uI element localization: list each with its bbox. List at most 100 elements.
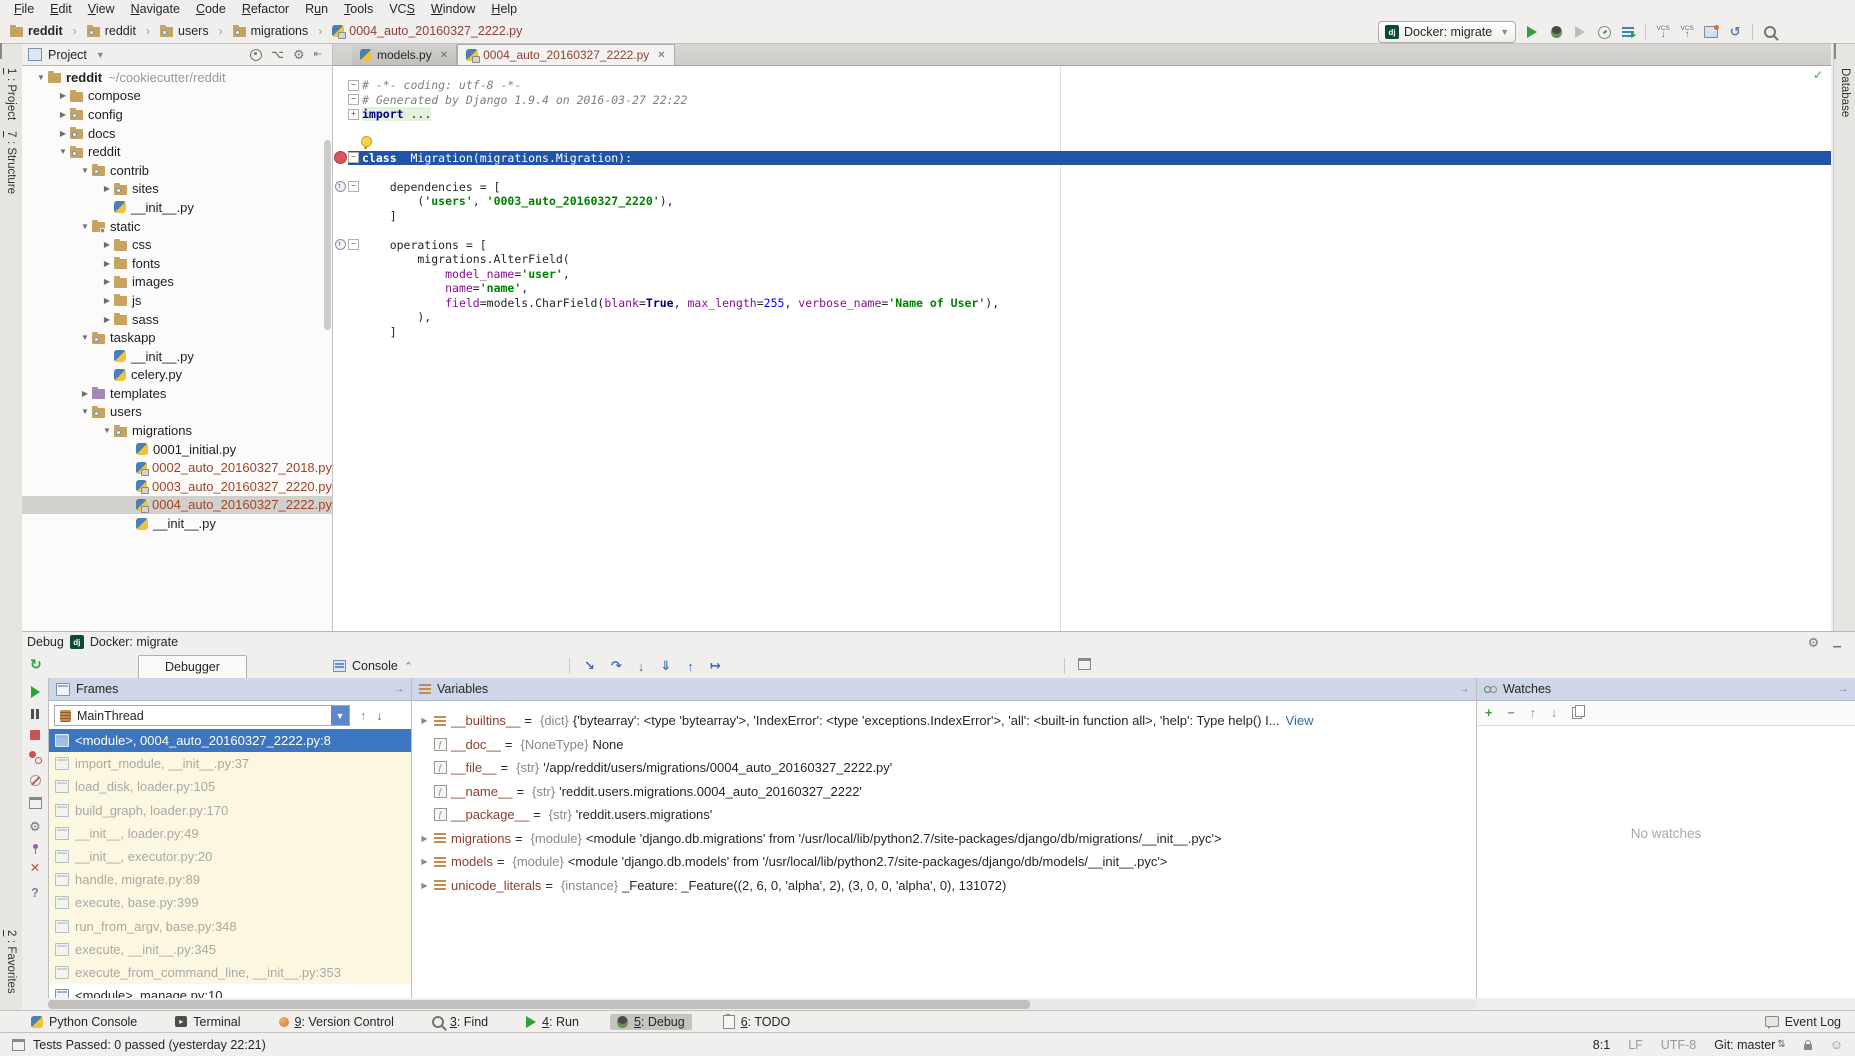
- editor-gutter[interactable]: [333, 310, 348, 325]
- toolbar-run-with-coverage-button[interactable]: [1571, 23, 1589, 41]
- editor-gutter[interactable]: [333, 238, 348, 253]
- code-text[interactable]: operations = [: [359, 238, 1831, 253]
- fold-expand-icon[interactable]: +: [348, 109, 359, 120]
- intention-bulb-icon[interactable]: [361, 136, 372, 151]
- thread-dropdown-button[interactable]: ▼: [331, 706, 349, 725]
- tree-item-0002-auto-20160327-2018-py[interactable]: 0002_auto_20160327_2018.py: [22, 458, 332, 477]
- line-ending-indicator[interactable]: LF: [1628, 1038, 1643, 1052]
- view-link[interactable]: View: [1286, 713, 1314, 728]
- tree-item-reddit[interactable]: ▼reddit: [22, 142, 332, 161]
- toolbar-profiler-button[interactable]: [1595, 23, 1613, 41]
- tree-collapsed-icon[interactable]: ▶: [100, 240, 114, 249]
- toolwindow-python-console[interactable]: Python Console: [24, 1014, 144, 1030]
- tree-item-taskapp[interactable]: ▼taskapp: [22, 328, 332, 347]
- menu-code[interactable]: Code: [188, 0, 234, 19]
- code-text[interactable]: dependencies = [: [359, 180, 1831, 195]
- stripe-database[interactable]: Database: [1839, 68, 1851, 117]
- collapse-all-button[interactable]: ⌥: [271, 48, 284, 61]
- fold-gutter[interactable]: [348, 223, 359, 238]
- code-text[interactable]: ),: [359, 310, 1831, 325]
- frame-row[interactable]: __init__, loader.py:49: [49, 822, 411, 845]
- tree-expanded-icon[interactable]: ▼: [78, 407, 92, 416]
- menu-edit[interactable]: Edit: [42, 0, 80, 19]
- frame-row[interactable]: execute, base.py:399: [49, 891, 411, 914]
- tree-expanded-icon[interactable]: ▼: [78, 333, 92, 342]
- fold-gutter[interactable]: +: [348, 107, 359, 122]
- editor-gutter[interactable]: [333, 252, 348, 267]
- breadcrumb-item-reddit[interactable]: reddit: [87, 24, 136, 38]
- editor-gutter[interactable]: [333, 223, 348, 238]
- code-text[interactable]: migrations.AlterField(: [359, 252, 1831, 267]
- hide-watches-icon[interactable]: →: [1838, 684, 1848, 695]
- debugger-settings-button[interactable]: ⚙: [29, 820, 41, 833]
- tree-item-compose[interactable]: ▶compose: [22, 87, 332, 106]
- fold-gutter[interactable]: [348, 281, 359, 296]
- resume-button[interactable]: [31, 686, 40, 698]
- stripe-7-structure[interactable]: 7: Structure: [5, 131, 17, 194]
- pause-button[interactable]: [31, 709, 39, 719]
- stripe-2-favorites[interactable]: 2: Favorites: [5, 930, 17, 994]
- tree-item-contrib[interactable]: ▼contrib: [22, 161, 332, 180]
- locate-file-button[interactable]: [250, 49, 262, 61]
- expand-icon[interactable]: ▶: [417, 834, 432, 843]
- tree-item-fonts[interactable]: ▶fonts: [22, 254, 332, 273]
- tab-debugger[interactable]: Debugger: [138, 655, 247, 678]
- code-line-9[interactable]: ('users', '0003_auto_20160327_2220'),: [333, 194, 1831, 209]
- expand-icon[interactable]: ▶: [417, 857, 432, 866]
- tree-item-images[interactable]: ▶images: [22, 273, 332, 292]
- code-line-17[interactable]: ),: [333, 310, 1831, 325]
- project-settings-button[interactable]: ⚙: [293, 48, 305, 61]
- restore-layout-button[interactable]: [29, 797, 42, 809]
- editor-gutter[interactable]: [333, 136, 348, 151]
- tree-collapsed-icon[interactable]: ▶: [56, 91, 70, 100]
- fold-gutter[interactable]: [348, 296, 359, 311]
- help-button[interactable]: ?: [31, 886, 39, 900]
- code-line-11[interactable]: [333, 223, 1831, 238]
- code-text[interactable]: ]: [359, 209, 1831, 224]
- code-line-18[interactable]: ]: [333, 325, 1831, 340]
- fold-collapse-icon[interactable]: −: [348, 239, 359, 250]
- tree-expanded-icon[interactable]: ▼: [78, 166, 92, 175]
- tree-collapsed-icon[interactable]: ▶: [100, 184, 114, 193]
- code-text[interactable]: import ...: [359, 107, 1831, 122]
- toolbar-search-everywhere-button[interactable]: [1761, 23, 1779, 41]
- code-line-3[interactable]: +import ...: [333, 107, 1831, 122]
- tree-item-0004-auto-20160327-2222-py[interactable]: 0004_auto_20160327_2222.py: [22, 496, 332, 515]
- frame-row[interactable]: <module>, manage.py:10: [49, 984, 411, 998]
- editor-tab-models-py[interactable]: models.py✕: [352, 45, 457, 65]
- evaluate-expression-icon[interactable]: [1078, 658, 1091, 670]
- tree-expanded-icon[interactable]: ▼: [78, 222, 92, 231]
- fold-gutter[interactable]: [348, 165, 359, 180]
- thread-selector[interactable]: MainThread ▼: [54, 705, 350, 726]
- menu-help[interactable]: Help: [483, 0, 525, 19]
- tree-collapsed-icon[interactable]: ▶: [100, 277, 114, 286]
- code-text[interactable]: ]: [359, 325, 1831, 340]
- frame-up-button[interactable]: ↑: [360, 709, 366, 723]
- menu-navigate[interactable]: Navigate: [123, 0, 188, 19]
- code-line-4[interactable]: [333, 122, 1831, 137]
- remove-watch-button[interactable]: −: [1507, 706, 1514, 720]
- code-line-10[interactable]: ]: [333, 209, 1831, 224]
- toolbar-run-button[interactable]: [1523, 23, 1541, 41]
- debug-settings-icon[interactable]: ⚙: [1808, 636, 1820, 649]
- code-line-2[interactable]: −# Generated by Django 1.9.4 on 2016-03-…: [333, 93, 1831, 108]
- code-line-7[interactable]: [333, 165, 1831, 180]
- code-text[interactable]: # -*- coding: utf-8 -*-: [359, 78, 1831, 93]
- menu-view[interactable]: View: [80, 0, 123, 19]
- tree-item-config[interactable]: ▶config: [22, 105, 332, 124]
- fold-gutter[interactable]: [348, 136, 359, 151]
- frame-down-button[interactable]: ↓: [376, 709, 382, 723]
- editor-gutter[interactable]: [333, 281, 348, 296]
- tree-item-sass[interactable]: ▶sass: [22, 310, 332, 329]
- toolwindow-4-run[interactable]: 4: Run: [519, 1014, 586, 1030]
- tree-item-css[interactable]: ▶css: [22, 235, 332, 254]
- code-text[interactable]: [359, 122, 1831, 137]
- code-text[interactable]: class Migration(migrations.Migration):: [359, 151, 1831, 166]
- frame-row[interactable]: __init__, executor.py:20: [49, 845, 411, 868]
- tree-item-init-py[interactable]: __init__.py: [22, 514, 332, 533]
- add-watch-button[interactable]: +: [1485, 706, 1492, 720]
- editor-gutter[interactable]: [333, 296, 348, 311]
- editor-tab-0004-auto-20160327-2222-py[interactable]: 0004_auto_20160327_2222.py✕: [457, 44, 675, 65]
- toolbar-vcs-commit-button[interactable]: VCS↑: [1678, 23, 1696, 41]
- editor-gutter[interactable]: [333, 93, 348, 108]
